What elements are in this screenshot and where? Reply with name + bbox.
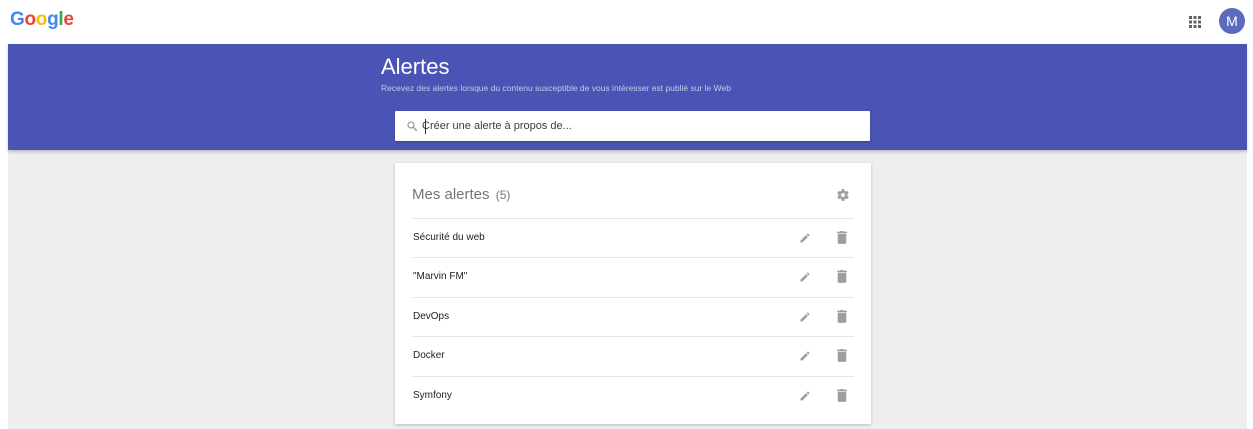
create-alert-box[interactable] (395, 111, 870, 141)
alerts-count: (5) (495, 188, 511, 202)
account-avatar[interactable]: M (1219, 8, 1245, 34)
trash-icon[interactable] (837, 349, 847, 363)
top-bar: Google M (0, 0, 1253, 44)
alert-item[interactable]: DevOps (412, 296, 854, 336)
text-cursor (425, 119, 426, 134)
pencil-icon[interactable] (799, 350, 811, 362)
card-title-text: Mes alertes (412, 186, 490, 203)
google-logo[interactable]: Google (10, 9, 74, 31)
alert-item[interactable]: Symfony (412, 375, 854, 415)
trash-icon[interactable] (837, 270, 847, 284)
trash-icon[interactable] (837, 309, 847, 323)
alert-item[interactable]: "Marvin FM" (412, 257, 854, 296)
alerts-list: Sécurité du web "Marvin FM" DevOps Docke… (412, 218, 854, 415)
search-icon (407, 121, 417, 131)
alert-label[interactable]: Docker (413, 350, 445, 362)
alert-item[interactable]: Docker (412, 336, 854, 375)
alert-label[interactable]: Symfony (413, 390, 452, 402)
card-title: Mes alertes (5) (412, 185, 510, 205)
my-alerts-card: Mes alertes (5) Sécurité du web "Marvin … (395, 163, 871, 424)
pencil-icon[interactable] (799, 311, 811, 323)
pencil-icon[interactable] (799, 232, 811, 244)
gear-icon[interactable] (836, 188, 850, 202)
page-title: Alertes (381, 54, 450, 79)
pencil-icon[interactable] (799, 390, 811, 402)
trash-icon[interactable] (837, 388, 847, 402)
alert-label[interactable]: Sécurité du web (413, 232, 485, 244)
alert-label[interactable]: DevOps (413, 311, 449, 323)
create-alert-input[interactable] (422, 116, 862, 136)
alert-label[interactable]: "Marvin FM" (413, 271, 467, 283)
pencil-icon[interactable] (799, 271, 811, 283)
trash-icon[interactable] (837, 231, 847, 244)
alert-item[interactable]: Sécurité du web (412, 218, 854, 257)
apps-grid-icon[interactable] (1187, 14, 1203, 30)
page-subtitle: Recevez des alertes lorsque du contenu s… (381, 83, 731, 93)
